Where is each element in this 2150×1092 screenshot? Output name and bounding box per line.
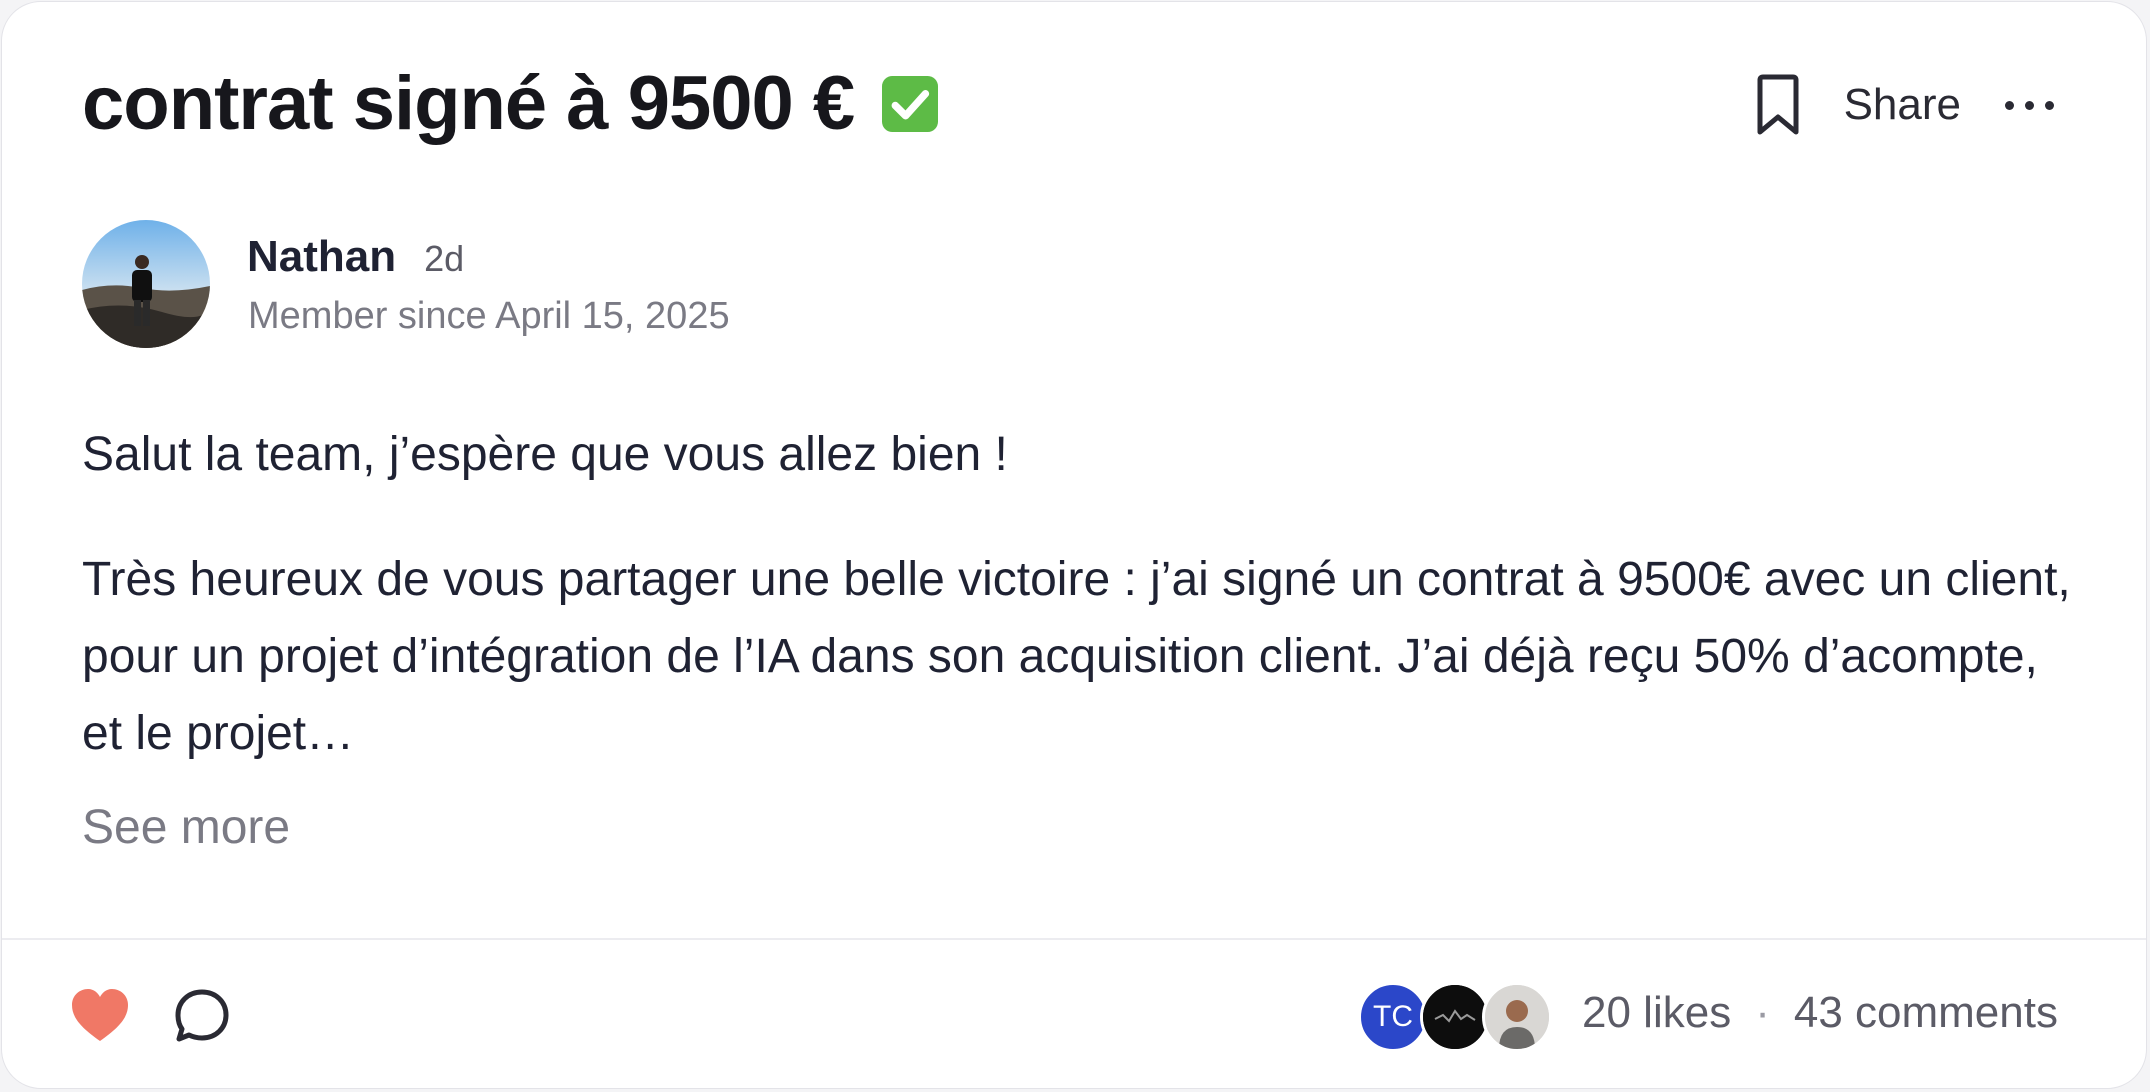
author-line: Nathan 2d [247,232,464,282]
post-paragraph: Salut la team, j’espère que vous allez b… [82,428,1008,481]
post-paragraph: Très heureux de vous partager une belle … [82,553,2071,760]
post-header-actions: Share [1752,74,2058,136]
check-mark-emoji-icon [872,66,948,142]
footer-divider [2,938,2146,940]
see-more-link[interactable]: See more [82,800,290,855]
share-button[interactable]: Share [1844,80,1961,130]
post-body: Salut la team, j’espère que vous allez b… [82,416,2072,772]
heart-icon[interactable] [70,987,130,1043]
liker-avatar: TC [1358,982,1428,1052]
bookmark-icon[interactable] [1752,74,1804,136]
member-since: Member since April 15, 2025 [248,295,730,337]
more-horizontal-icon[interactable] [2001,100,2058,110]
post-title-text: contrat signé à 9500 € [82,61,855,146]
comments-count[interactable]: 43 comments [1794,988,2058,1038]
liker-avatar [1420,982,1490,1052]
comment-icon[interactable] [172,986,232,1046]
author-name[interactable]: Nathan [247,232,396,282]
likers-avatars[interactable]: TC [1358,982,1558,1052]
post-card: contrat signé à 9500 € Share Nathan 2d M… [1,1,2147,1089]
likes-count[interactable]: 20 likes [1582,988,1731,1038]
post-stats: 20 likes · 43 comments [1582,988,2058,1038]
liker-avatar [1482,982,1552,1052]
author-avatar[interactable] [82,220,210,348]
stats-separator: · [1755,988,1770,1037]
post-age: 2d [424,238,465,279]
liker-initials: TC [1373,1000,1413,1033]
post-title[interactable]: contrat signé à 9500 € [82,60,948,147]
